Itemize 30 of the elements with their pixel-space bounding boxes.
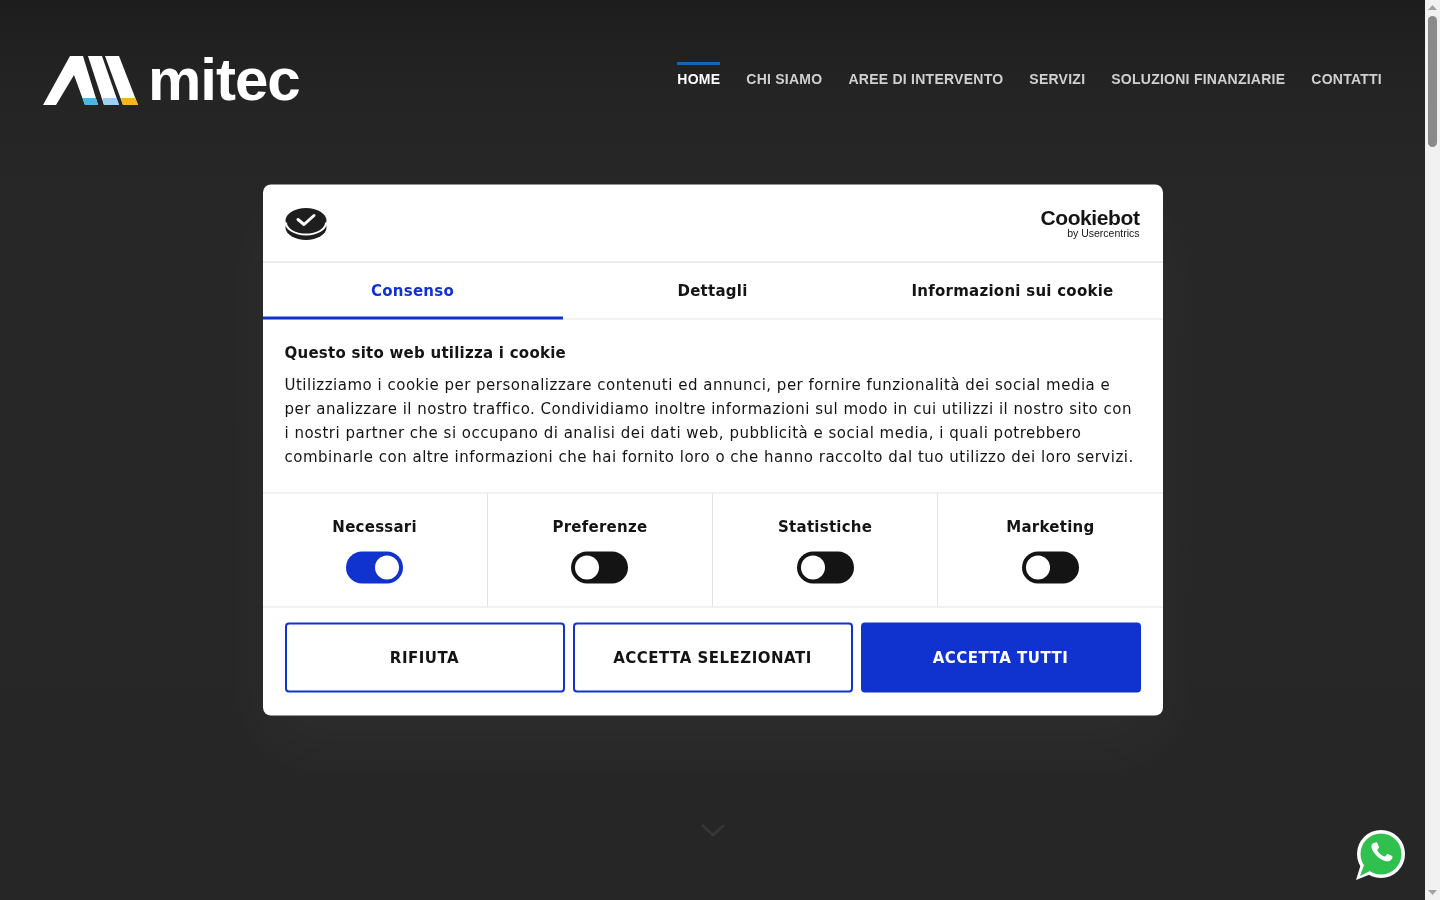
accept-all-button[interactable]: ACCETTA TUTTI <box>860 622 1141 693</box>
toggle-switch[interactable] <box>346 551 404 584</box>
nav-link[interactable]: HOME <box>677 62 721 88</box>
check-disc-icon <box>284 206 327 240</box>
logo-wordmark: mitec <box>148 55 300 105</box>
brand-byline: by Usercentrics <box>1067 227 1140 239</box>
toggle-switch[interactable] <box>1021 551 1079 584</box>
scrollbar-track[interactable] <box>1425 0 1440 900</box>
nav-link[interactable]: AREE DI INTERVENTO <box>848 62 1004 88</box>
category-label: Statistiche <box>778 516 873 538</box>
category-label: Necessari <box>332 516 417 538</box>
logo-mark-icon <box>43 55 138 105</box>
toggle-switch[interactable] <box>796 551 854 584</box>
scrollbar-thumb[interactable] <box>1428 16 1437 147</box>
brand-name: Cookiebot <box>1040 207 1140 228</box>
dialog-tab[interactable]: Informazioni sui cookie <box>862 262 1163 320</box>
accept-selected-button[interactable]: ACCETTA SELEZIONATI <box>572 622 853 693</box>
dialog-tab[interactable]: Dettagli <box>562 262 863 320</box>
dialog-title: Questo sito web utilizza i cookie <box>284 342 567 364</box>
nav-link[interactable]: CONTATTI <box>1311 62 1382 88</box>
category-label: Marketing <box>1006 516 1095 538</box>
reject-button[interactable]: RIFIUTA <box>284 622 565 693</box>
category-label: Preferenze <box>552 516 648 538</box>
nav-link[interactable]: SOLUZIONI FINANZIARIE <box>1111 62 1286 88</box>
toggle-switch[interactable] <box>571 551 629 584</box>
nav-link[interactable]: CHI SIAMO <box>746 62 823 88</box>
nav-link[interactable]: SERVIZI <box>1029 62 1086 88</box>
dialog-text: Utilizziamo i cookie per personalizzare contenuti ed annunci, per fornire funzionalità dei social media e per analizzare il nostro traffico. Condividiamo inoltre informazioni sul modo in cui utilizzi il nostro sito con i nostri partner che si occupano di analisi dei dati web, pubblicità e social media, i quali potrebbero combinarle con altre informazioni che hai fornito loro o che hanno raccolto dal tuo utilizzo dei loro servizi. <box>284 374 1135 468</box>
dialog-tab[interactable]: Consenso <box>262 262 563 320</box>
phone-chat-icon[interactable] <box>1355 830 1405 880</box>
